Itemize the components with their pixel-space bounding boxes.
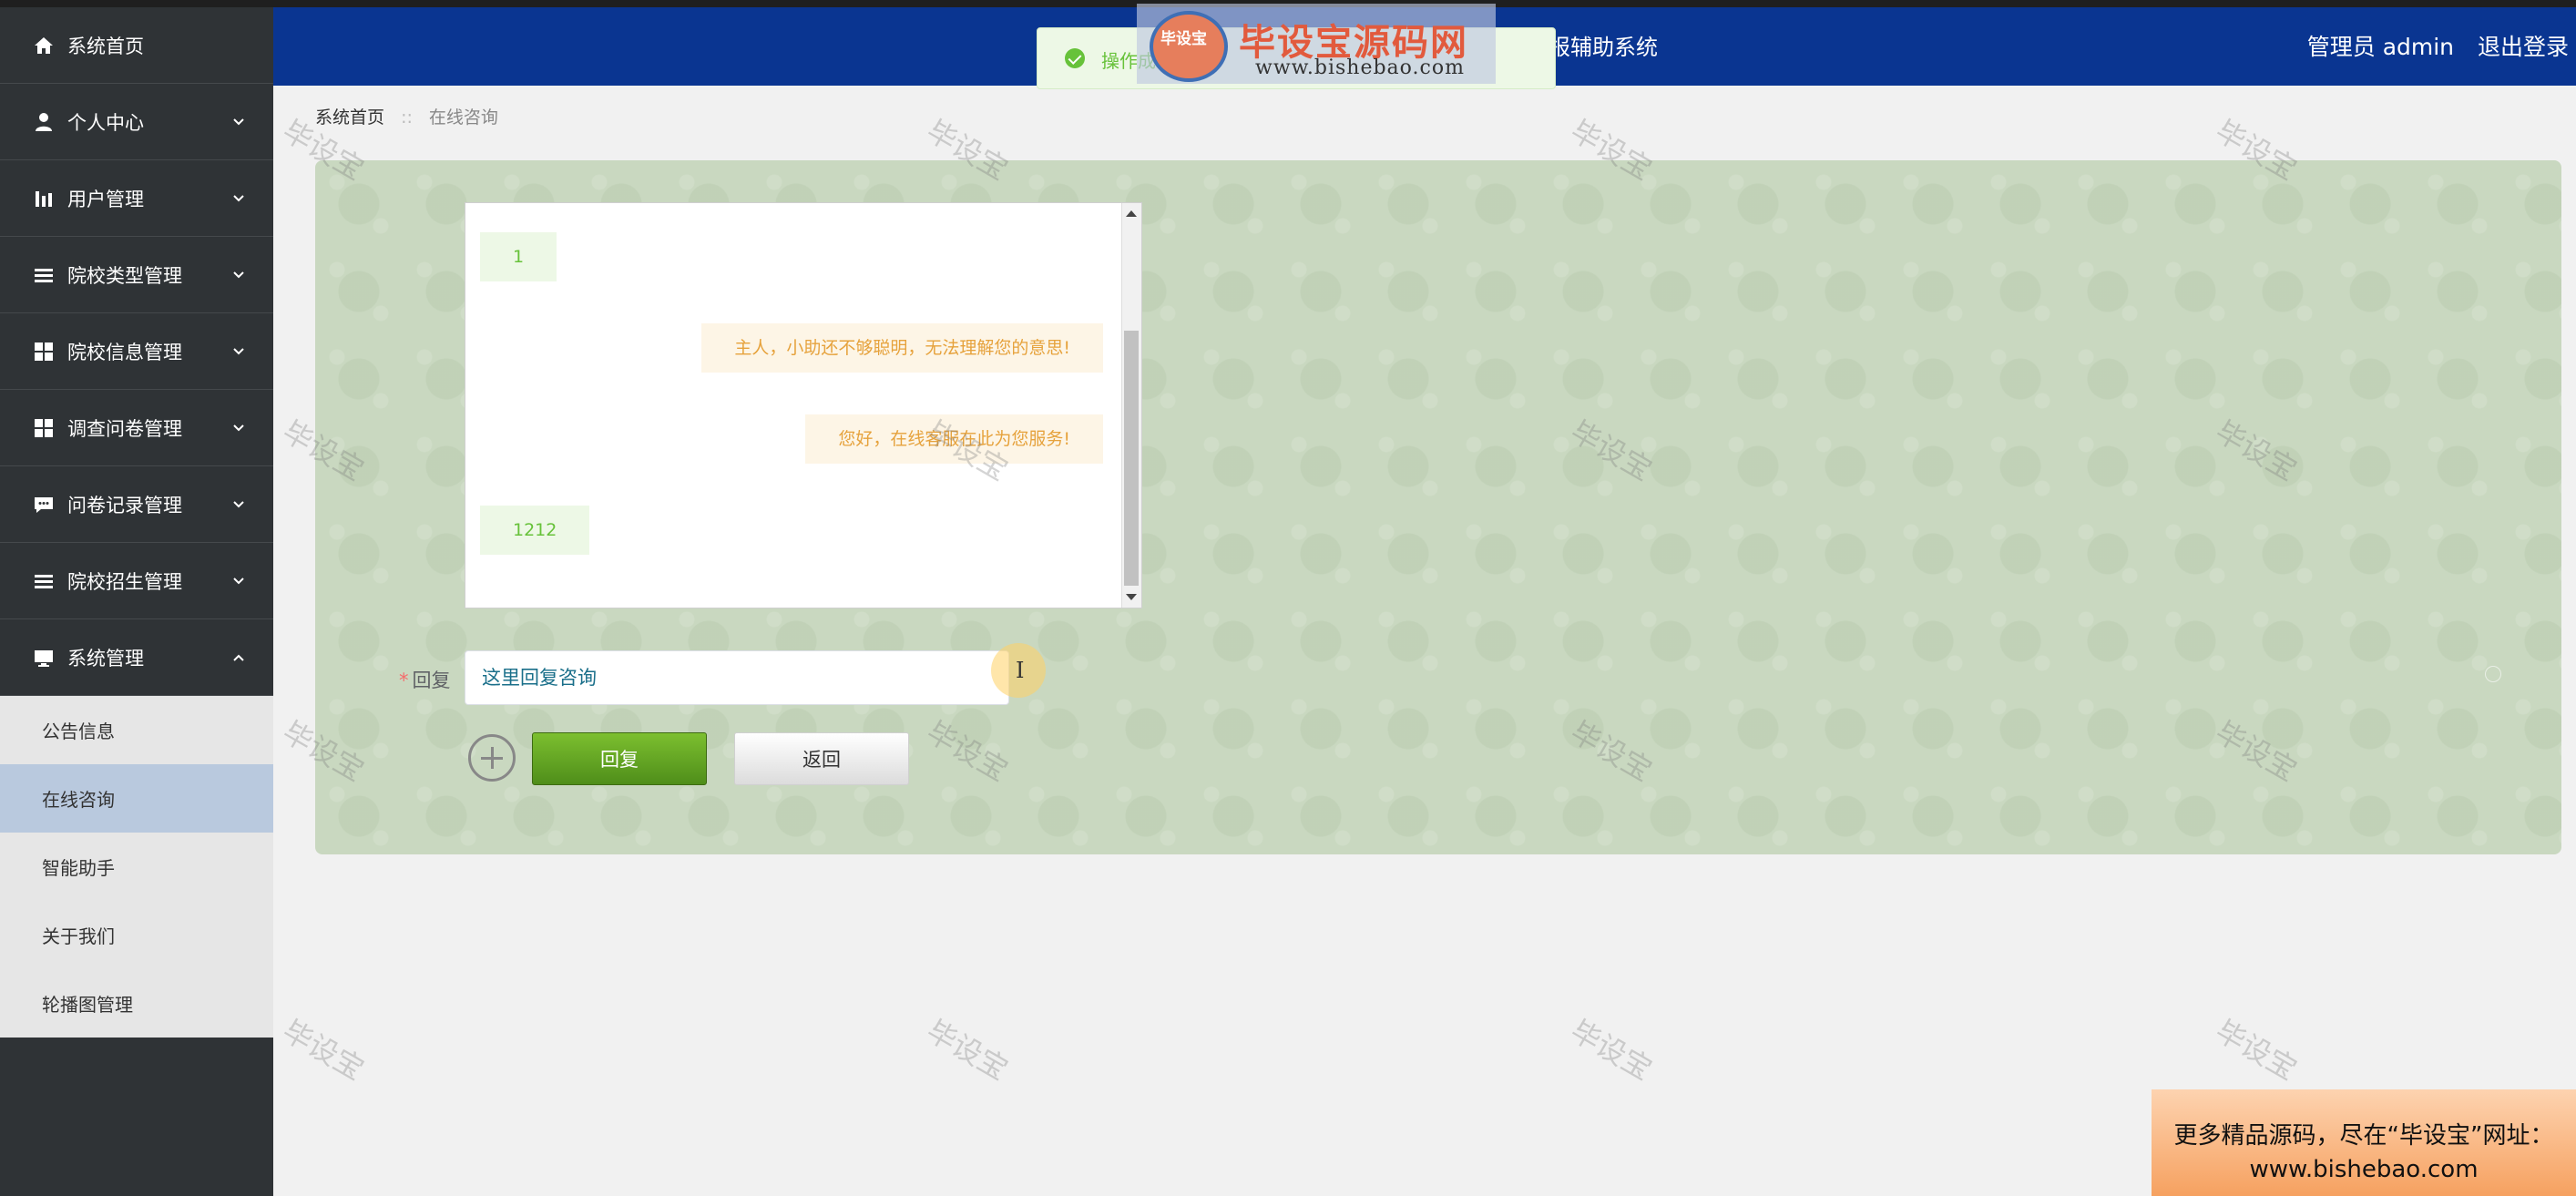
sidebar-item-label: 问卷记录管理 <box>67 494 182 516</box>
sidebar-item-survey-records[interactable]: 问卷记录管理 <box>0 466 273 543</box>
sidebar-item-label: 用户管理 <box>67 188 144 210</box>
breadcrumb-current: 在线咨询 <box>428 107 498 128</box>
monitor-icon <box>33 647 55 669</box>
admin-username: 管理员 admin <box>2306 34 2455 60</box>
chat-scrollbar[interactable] <box>1121 203 1141 608</box>
reply-input[interactable] <box>465 650 1009 705</box>
watermark-text: 毕设宝 <box>1564 1013 1659 1088</box>
list-icon <box>33 570 55 592</box>
ad-text: 更多精品源码，尽在“毕设宝”网址： <box>2173 1122 2554 1150</box>
add-circle-icon[interactable] <box>468 734 516 782</box>
logout-link[interactable]: 退出登录 <box>2478 34 2569 60</box>
chat-message-reply: 您好，在线客服在此为您服务! <box>805 414 1103 464</box>
system-title: 报辅助系统 <box>1549 35 1658 60</box>
breadcrumb-separator: :: <box>401 107 413 128</box>
logo-url: www.bishebao.com <box>1255 56 1465 79</box>
watermark-text: 毕设宝 <box>276 1013 371 1088</box>
chat-message-user: 1212 <box>480 506 590 555</box>
sidebar-item-label: 调查问卷管理 <box>67 417 182 440</box>
sidebar-item-label: 个人中心 <box>67 111 144 134</box>
sidebar-item-label: 院校信息管理 <box>67 341 182 363</box>
chevron-up-icon <box>233 654 244 661</box>
sidebar-item-label: 院校类型管理 <box>67 264 182 287</box>
text-cursor-icon: I <box>1016 658 1025 683</box>
back-button[interactable]: 返回 <box>734 732 909 785</box>
sidebar-item-label: 系统首页 <box>67 35 144 57</box>
chevron-down-icon <box>233 577 244 584</box>
submenu-item-online-consult[interactable]: 在线咨询 <box>0 764 273 833</box>
required-mark: * <box>399 670 409 691</box>
scroll-down-arrow-icon[interactable] <box>1126 594 1137 600</box>
submenu-item-smart-assistant[interactable]: 智能助手 <box>0 833 273 901</box>
reply-button[interactable]: 回复 <box>532 732 707 785</box>
chevron-down-icon <box>233 271 244 278</box>
grid-icon <box>33 341 55 363</box>
ad-banner: 更多精品源码，尽在“毕设宝”网址： www.bishebao.com <box>2152 1089 2576 1196</box>
chat-message-user: 1 <box>480 232 557 281</box>
chart-icon <box>33 188 55 210</box>
sidebar-item-school-info[interactable]: 院校信息管理 <box>0 313 273 390</box>
logo-badge: 毕设宝 <box>1150 11 1228 82</box>
consult-panel: 1 主人，小助还不够聪明，无法理解您的意思! 您好，在线客服在此为您服务! 12… <box>315 160 2561 854</box>
sidebar-item-enrollment[interactable]: 院校招生管理 <box>0 543 273 619</box>
chevron-down-icon <box>233 500 244 507</box>
chevron-down-icon <box>233 118 244 125</box>
reply-label-text: 回复 <box>412 670 451 691</box>
breadcrumb-home[interactable]: 系统首页 <box>315 107 384 128</box>
user-icon <box>33 111 55 133</box>
sidebar-item-home[interactable]: 系统首页 <box>0 7 273 84</box>
submenu-item-announcements[interactable]: 公告信息 <box>0 696 273 764</box>
sidebar-item-personal-center[interactable]: 个人中心 <box>0 84 273 160</box>
chat-message-reply: 主人，小助还不够聪明，无法理解您的意思! <box>701 323 1103 373</box>
grid-icon <box>33 417 55 439</box>
check-circle-icon <box>1065 48 1085 68</box>
chevron-down-icon <box>233 194 244 201</box>
watermark-text: 毕设宝 <box>920 1013 1015 1088</box>
breadcrumb: 系统首页 :: 在线咨询 <box>315 104 498 128</box>
sidebar-item-label: 院校招生管理 <box>67 570 182 593</box>
ad-url: www.bishebao.com <box>2249 1156 2479 1183</box>
reply-label: * 回复 <box>399 666 451 693</box>
site-logo-watermark: 毕设宝 毕设宝源码网 www.bishebao.com <box>1137 4 1496 84</box>
logo-badge-text: 毕设宝 <box>1160 30 1207 48</box>
submenu-item-about-us[interactable]: 关于我们 <box>0 901 273 969</box>
user-area: 管理员 admin 退出登录 <box>2291 29 2569 62</box>
submenu-item-carousel[interactable]: 轮播图管理 <box>0 969 273 1038</box>
chevron-down-icon <box>233 424 244 431</box>
sidebar-item-school-type[interactable]: 院校类型管理 <box>0 237 273 313</box>
scroll-thumb[interactable] <box>1124 331 1139 586</box>
sidebar-item-label: 系统管理 <box>67 647 144 670</box>
watermark-text: 毕设宝 <box>2209 1013 2304 1088</box>
sidebar-item-system-management[interactable]: 系统管理 <box>0 619 273 696</box>
decorative-circle <box>2485 666 2501 682</box>
sidebar: 系统首页 个人中心 用户管理 院校类型管理 院校信息管理 调查问卷管理 问卷记录… <box>0 7 273 1196</box>
scroll-up-arrow-icon[interactable] <box>1126 210 1137 217</box>
sidebar-item-user-management[interactable]: 用户管理 <box>0 160 273 237</box>
sidebar-item-survey[interactable]: 调查问卷管理 <box>0 390 273 466</box>
home-icon <box>33 35 55 56</box>
chevron-down-icon <box>233 347 244 354</box>
submenu-system-management: 公告信息 在线咨询 智能助手 关于我们 轮播图管理 <box>0 696 273 1038</box>
comment-icon <box>33 494 55 516</box>
chat-history[interactable]: 1 主人，小助还不够聪明，无法理解您的意思! 您好，在线客服在此为您服务! 12… <box>465 202 1142 608</box>
list-icon <box>33 264 55 286</box>
